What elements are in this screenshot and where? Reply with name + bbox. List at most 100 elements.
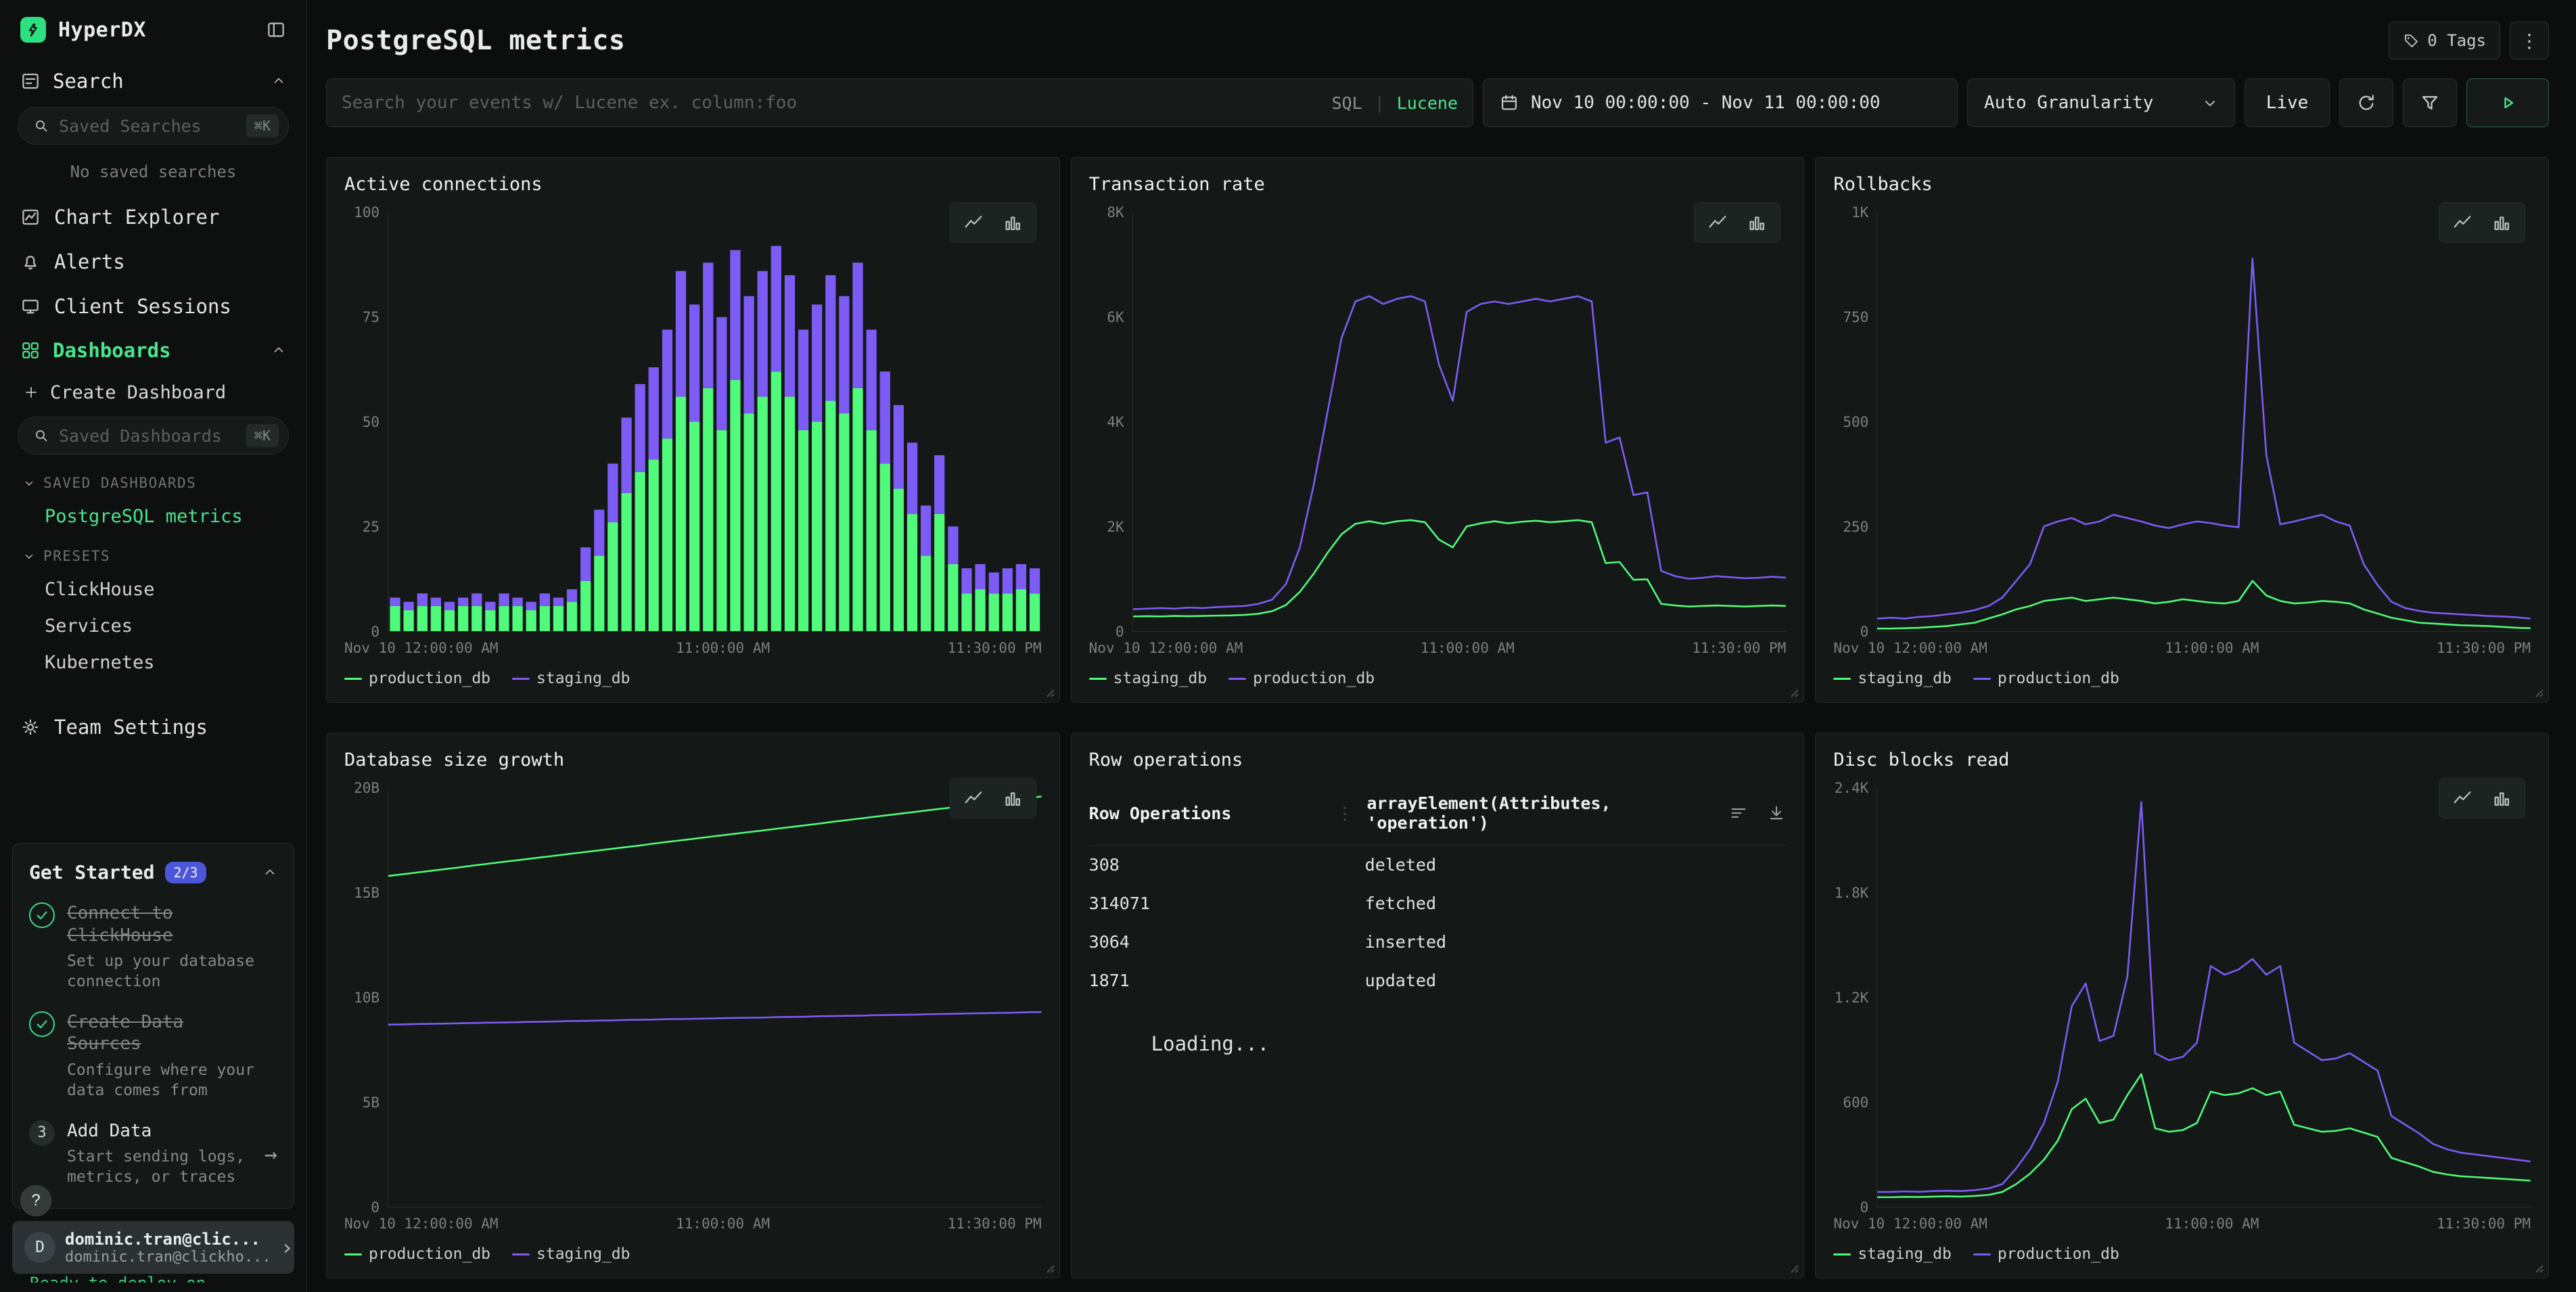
sidebar-preset-clickhouse[interactable]: ClickHouse xyxy=(0,571,306,607)
y-axis-labels: 2.4K1.8K1.2K6000 xyxy=(1833,788,1877,1207)
panel-active-connections: Active connections 1007550250 Nov 10 12:… xyxy=(326,157,1060,703)
legend-label: staging_db xyxy=(536,670,630,687)
lucene-mode-toggle[interactable]: Lucene xyxy=(1397,93,1458,113)
user-menu[interactable]: D dominic.tran@clic... dominic.tran@clic… xyxy=(12,1221,294,1274)
bar-chart-toggle-icon[interactable] xyxy=(2484,208,2519,237)
resize-handle-icon[interactable] xyxy=(2535,1264,2544,1274)
panel-title: Row operations xyxy=(1089,749,1787,770)
row-value: 3064 xyxy=(1089,932,1365,952)
chart-legend: staging_db production_db xyxy=(1833,670,2531,687)
sidebar-section-dashboards[interactable]: Dashboards xyxy=(0,329,306,372)
x-axis-labels: Nov 10 12:00:00 AM 11:00:00 AM 11:30:00 … xyxy=(344,640,1042,656)
get-started-item-connect[interactable]: Connect to ClickHouse Set up your databa… xyxy=(29,902,277,992)
sidebar-collapse-icon[interactable] xyxy=(266,20,286,40)
chevron-up-icon[interactable] xyxy=(271,343,286,358)
event-search-input[interactable] xyxy=(342,93,1319,113)
legend-item[interactable]: staging_db xyxy=(512,1245,630,1263)
legend-item[interactable]: staging_db xyxy=(512,670,630,687)
magnifier-icon xyxy=(33,428,49,444)
chart-plot-area[interactable] xyxy=(1877,788,2531,1207)
legend-item[interactable]: staging_db xyxy=(1833,1245,1951,1263)
sidebar-dashboard-postgresql-metrics[interactable]: PostgreSQL metrics xyxy=(0,498,306,534)
bar-chart-toggle-icon[interactable] xyxy=(2484,784,2519,812)
line-chart-toggle-icon[interactable] xyxy=(1700,208,1735,237)
legend-item[interactable]: production_db xyxy=(1228,670,1375,687)
sidebar-item-team-settings[interactable]: Team Settings xyxy=(0,705,306,749)
date-range-picker[interactable]: Nov 10 00:00:00 - Nov 11 00:00:00 xyxy=(1483,78,1958,127)
sidebar-item-label: Team Settings xyxy=(54,716,208,739)
chart-type-toggle xyxy=(950,202,1036,243)
sidebar-item-label: Chart Explorer xyxy=(54,206,219,229)
help-button[interactable]: ? xyxy=(20,1185,51,1216)
legend-item[interactable]: production_db xyxy=(344,670,490,687)
sort-list-icon[interactable] xyxy=(1729,804,1748,823)
event-search-box[interactable]: SQL | Lucene xyxy=(326,78,1473,127)
legend-item[interactable]: production_db xyxy=(1973,1245,2119,1263)
table-row[interactable]: 314071 fetched xyxy=(1089,884,1787,923)
filter-button[interactable] xyxy=(2403,78,2457,127)
column-header[interactable]: arrayElement(Attributes, 'operation') xyxy=(1366,793,1729,833)
kebab-menu-button[interactable]: ⋮ xyxy=(2510,22,2549,60)
chevron-up-icon[interactable] xyxy=(271,74,286,89)
get-started-item-subtitle: Start sending logs, metrics, or traces xyxy=(67,1147,252,1188)
resize-handle-icon[interactable] xyxy=(1046,689,1055,698)
download-icon[interactable] xyxy=(1767,804,1786,823)
saved-dashboards-heading[interactable]: SAVED DASHBOARDS xyxy=(0,461,306,498)
saved-dashboards-input[interactable]: ⌘K xyxy=(18,417,289,455)
sidebar-preset-kubernetes[interactable]: Kubernetes xyxy=(0,644,306,680)
line-chart-toggle-icon[interactable] xyxy=(2445,784,2480,812)
sql-mode-toggle[interactable]: SQL xyxy=(1331,93,1362,113)
resize-handle-icon[interactable] xyxy=(1790,1264,1799,1274)
get-started-item-sources[interactable]: Create Data Sources Configure where your… xyxy=(29,1011,277,1101)
chart-plot-area[interactable] xyxy=(1132,212,1787,632)
legend-item[interactable]: staging_db xyxy=(1089,670,1207,687)
bar-chart-toggle-icon[interactable] xyxy=(995,784,1030,812)
legend-item[interactable]: staging_db xyxy=(1833,670,1951,687)
run-query-button[interactable] xyxy=(2466,78,2549,127)
refresh-button[interactable] xyxy=(2339,78,2393,127)
sidebar-preset-services[interactable]: Services xyxy=(0,607,306,644)
clipped-text: Ready to deploy on xyxy=(12,1274,294,1283)
saved-dashboards-field[interactable] xyxy=(59,426,237,446)
line-chart-toggle-icon[interactable] xyxy=(956,784,991,812)
header-actions: 0 Tags ⋮ xyxy=(2389,22,2549,60)
sidebar-section-search[interactable]: Search xyxy=(0,60,306,103)
chevron-down-icon xyxy=(23,550,35,562)
chevron-up-icon[interactable] xyxy=(262,865,277,880)
create-dashboard-button[interactable]: Create Dashboard xyxy=(0,372,306,413)
sidebar-item-alerts[interactable]: Alerts xyxy=(0,239,306,284)
live-button[interactable]: Live xyxy=(2245,78,2330,127)
saved-searches-input[interactable]: ⌘K xyxy=(18,107,289,145)
column-divider[interactable]: ⋮ xyxy=(1336,804,1353,823)
table-row[interactable]: 308 deleted xyxy=(1089,846,1787,884)
get-started-item-add-data[interactable]: 3 Add Data Start sending logs, metrics, … xyxy=(29,1120,277,1188)
table-row[interactable]: 1871 updated xyxy=(1089,961,1787,1000)
sidebar-header: HyperDX xyxy=(0,0,306,60)
granularity-select[interactable]: Auto Granularity xyxy=(1967,78,2235,127)
resize-handle-icon[interactable] xyxy=(1790,689,1799,698)
resize-handle-icon[interactable] xyxy=(2535,689,2544,698)
saved-searches-field[interactable] xyxy=(59,116,237,136)
chart-type-toggle xyxy=(950,778,1036,818)
get-started-item-title: Create Data Sources xyxy=(67,1011,267,1055)
chart-plot-area[interactable] xyxy=(1877,212,2531,632)
sidebar-item-chart-explorer[interactable]: Chart Explorer xyxy=(0,195,306,239)
line-chart-toggle-icon[interactable] xyxy=(2445,208,2480,237)
table-row[interactable]: 3064 inserted xyxy=(1089,923,1787,961)
presets-heading[interactable]: PRESETS xyxy=(0,534,306,571)
sidebar-item-client-sessions[interactable]: Client Sessions xyxy=(0,284,306,329)
legend-item[interactable]: production_db xyxy=(1973,670,2119,687)
tags-button[interactable]: 0 Tags xyxy=(2389,22,2500,60)
chart-plot-area[interactable] xyxy=(388,788,1042,1207)
chart-plot-area[interactable] xyxy=(388,212,1042,632)
line-chart-toggle-icon[interactable] xyxy=(956,208,991,237)
legend-item[interactable]: production_db xyxy=(344,1245,490,1263)
resize-handle-icon[interactable] xyxy=(1046,1264,1055,1274)
legend-swatch xyxy=(1833,1253,1851,1255)
create-dashboard-label: Create Dashboard xyxy=(50,382,226,403)
get-started-header[interactable]: Get Started 2/3 xyxy=(29,861,277,883)
bar-chart-toggle-icon[interactable] xyxy=(1739,208,1774,237)
chevron-down-icon xyxy=(23,477,35,489)
column-header[interactable]: Row Operations xyxy=(1089,804,1337,823)
bar-chart-toggle-icon[interactable] xyxy=(995,208,1030,237)
